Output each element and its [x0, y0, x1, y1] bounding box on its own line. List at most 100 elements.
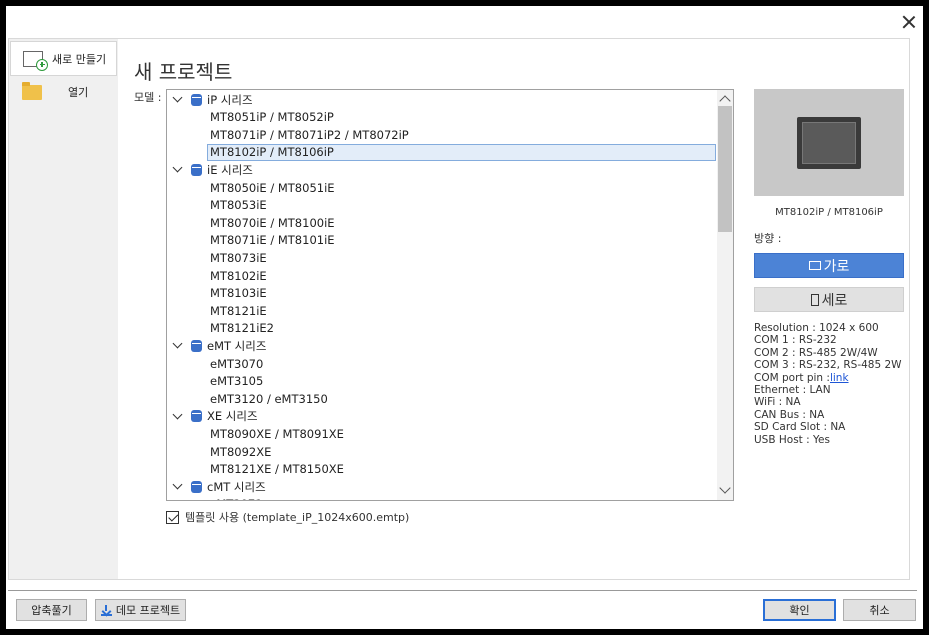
tree-item[interactable]: MT8102iP / MT8106iP: [207, 143, 716, 161]
spec-resolution: Resolution : 1024 x 600: [754, 322, 879, 334]
tree-group-label: iP 시리즈: [207, 92, 253, 107]
spec-com-port-pin: COM port pin :link: [754, 372, 902, 384]
demo-project-button[interactable]: 데모 프로젝트: [95, 599, 186, 621]
tree-item-label: MT8051iP / MT8052iP: [210, 110, 334, 125]
series-icon: [191, 480, 202, 493]
series-icon: [191, 163, 202, 176]
spec-wifi: WiFi : NA: [754, 396, 801, 409]
nav-open-label: 열기: [68, 86, 89, 99]
cancel-button[interactable]: 취소: [843, 599, 916, 621]
tree-item[interactable]: MT8050iE / MT8051iE: [167, 179, 335, 196]
chevron-down-icon[interactable]: [172, 340, 183, 351]
tree-item[interactable]: MT8103iE: [167, 285, 267, 302]
tree-item-label: MT8073iE: [210, 250, 267, 265]
tree-item[interactable]: MT8121XE / MT8150XE: [167, 461, 344, 478]
nav-new-project-label: 새로 만들기: [52, 52, 107, 66]
series-icon: [191, 339, 202, 352]
device-specs: Resolution : 1024 x 600 COM 1 : RS-232 C…: [754, 322, 902, 446]
demo-project-label: 데모 프로젝트: [115, 604, 181, 617]
tree-item-label: MT8071iP / MT8071iP2 / MT8072iP: [210, 127, 409, 142]
tree-group[interactable]: XE 시리즈: [167, 408, 258, 425]
page-title: 새 프로젝트: [134, 60, 233, 84]
tree-item-label: MT8121iE: [210, 303, 267, 318]
tree-group[interactable]: iP 시리즈: [167, 91, 253, 108]
template-checkbox[interactable]: [166, 510, 179, 524]
tree-item-label: MT8070iE / MT8100iE: [210, 215, 335, 230]
spec-com1: COM 1 : RS-232: [754, 334, 837, 347]
series-icon: [191, 93, 202, 106]
tree-group-label: iE 시리즈: [207, 162, 253, 177]
tree-item-label: MT8103iE: [210, 286, 267, 301]
template-option[interactable]: 템플릿 사용 (template_iP_1024x600.emtp): [166, 509, 409, 525]
spec-com3: COM 3 : RS-232, RS-485 2W: [754, 359, 902, 372]
chevron-down-icon[interactable]: [172, 411, 183, 422]
new-document-icon: [23, 50, 48, 71]
tree-item[interactable]: MT8092XE: [167, 443, 271, 460]
tree-group-label: XE 시리즈: [207, 409, 258, 424]
portrait-icon: [810, 293, 819, 306]
scroll-down-icon[interactable]: [719, 482, 731, 494]
template-label: 템플릿 사용 (template_iP_1024x600.emtp): [185, 511, 410, 524]
tree-item[interactable]: MT8073iE: [167, 249, 267, 266]
tree-item-label: eMT3070: [210, 356, 264, 371]
chevron-down-icon[interactable]: [172, 164, 183, 175]
nav-open[interactable]: 열기: [10, 77, 117, 107]
preview-model-name: MT8102iP / MT8106iP: [754, 206, 904, 219]
tree-item[interactable]: MT8071iP / MT8071iP2 / MT8072iP: [167, 126, 409, 143]
tree-item[interactable]: MT8121iE: [167, 302, 267, 319]
ok-button[interactable]: 확인: [763, 599, 836, 621]
folder-icon: [22, 81, 42, 100]
tree-item-label: MT8053iE: [210, 198, 267, 213]
tree-item-label: MT8121XE / MT8150XE: [210, 462, 344, 477]
nav-new-project[interactable]: 새로 만들기: [10, 41, 117, 76]
tree-item-label: MT8102iE: [210, 268, 267, 283]
tree-group-label: eMT 시리즈: [207, 338, 267, 353]
landscape-button[interactable]: 가로: [754, 253, 904, 278]
com-port-pin-link[interactable]: link: [830, 372, 849, 384]
portrait-button[interactable]: 세로: [754, 287, 904, 312]
tree-group[interactable]: iE 시리즈: [167, 161, 253, 178]
landscape-label: 가로: [823, 258, 850, 275]
tree-item[interactable]: eMT3120 / eMT3150: [167, 390, 328, 407]
tree-item[interactable]: eMT3070: [167, 355, 263, 372]
model-tree[interactable]: iP 시리즈 MT8051iP / MT8052iP MT8071iP / MT80…: [166, 89, 734, 501]
chevron-down-icon[interactable]: [172, 481, 183, 492]
spec-com2: COM 2 : RS-485 2W/4W: [754, 346, 878, 359]
spec-sd: SD Card Slot : NA: [754, 421, 846, 434]
tree-item[interactable]: MT8051iP / MT8052iP: [167, 109, 334, 126]
tree-group[interactable]: cMT 시리즈: [167, 478, 266, 495]
orientation-label: 방향 :: [754, 232, 782, 245]
scroll-up-icon[interactable]: [719, 95, 731, 107]
portrait-label: 세로: [821, 292, 848, 309]
tree-item[interactable]: cMT3071: [167, 496, 263, 500]
tree-item-label: MT8102iP / MT8106iP: [210, 145, 334, 160]
tree-item[interactable]: MT8070iE / MT8100iE: [167, 214, 335, 231]
tree-item[interactable]: MT8090XE / MT8091XE: [167, 425, 344, 442]
download-icon: [100, 604, 112, 616]
tree-group[interactable]: eMT 시리즈: [167, 337, 266, 354]
tree-group-label: cMT 시리즈: [207, 479, 266, 494]
landscape-icon: [808, 261, 821, 270]
tree-item-label: eMT3105: [210, 374, 264, 389]
tree-item[interactable]: MT8102iE: [167, 267, 267, 284]
spec-can: CAN Bus : NA: [754, 408, 825, 421]
hmi-device-icon: [797, 117, 861, 169]
tree-item-label: MT8121iE2: [210, 321, 274, 336]
model-label: 모델 :: [134, 91, 162, 104]
tree-item-label: MT8090XE / MT8091XE: [210, 426, 344, 441]
chevron-down-icon[interactable]: [172, 94, 183, 105]
bottom-divider: [8, 590, 917, 591]
device-preview: [754, 89, 904, 196]
tree-item[interactable]: MT8053iE: [167, 197, 267, 214]
tree-item-label: cMT3071: [210, 497, 263, 500]
unzip-button[interactable]: 압축풀기: [16, 599, 87, 621]
tree-item-label: MT8071iE / MT8101iE: [210, 233, 335, 248]
tree-item[interactable]: MT8121iE2: [167, 320, 274, 337]
tree-item-label: eMT3120 / eMT3150: [210, 391, 328, 406]
spec-com-port-pin-label: COM port pin :: [754, 371, 830, 384]
close-icon[interactable]: [899, 12, 919, 32]
scroll-thumb[interactable]: [718, 106, 732, 232]
tree-scrollbar[interactable]: [717, 90, 733, 500]
tree-item[interactable]: MT8071iE / MT8101iE: [167, 232, 335, 249]
tree-item[interactable]: eMT3105: [167, 373, 263, 390]
